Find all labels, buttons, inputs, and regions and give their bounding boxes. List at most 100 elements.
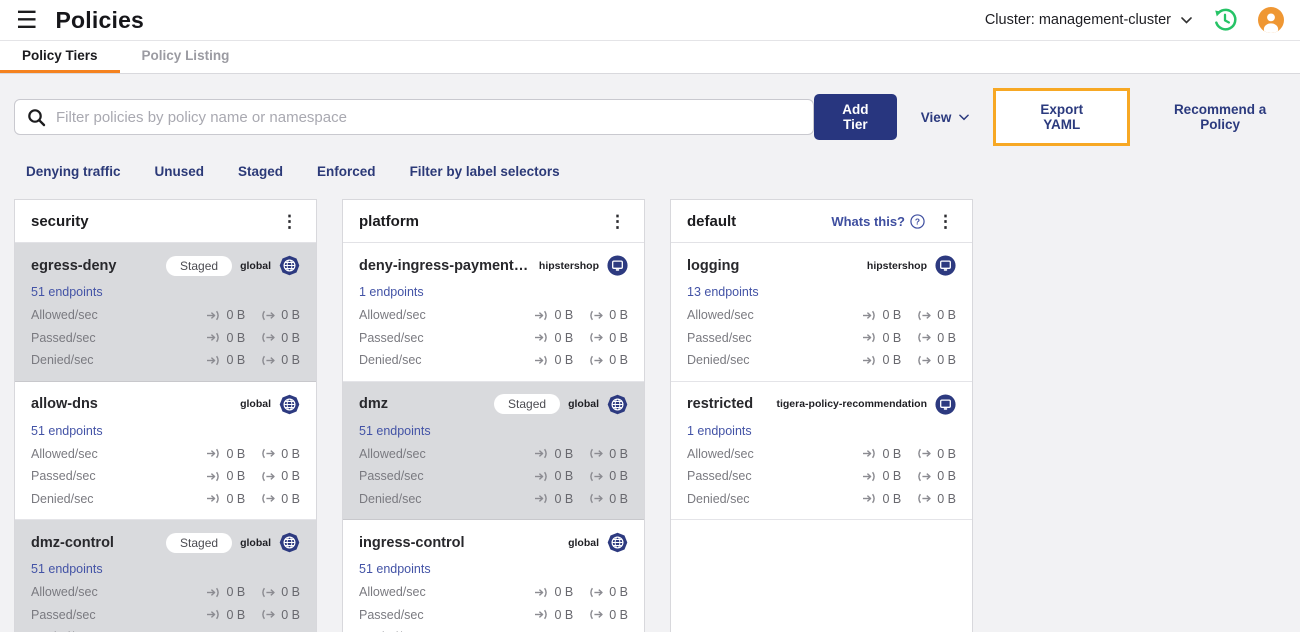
scope-label: global — [240, 536, 271, 549]
endpoints-link[interactable]: 51 endpoints — [31, 562, 103, 576]
tier-name: default — [687, 212, 737, 230]
stat-row-denied: Denied/sec 0 B 0 B — [31, 491, 300, 506]
stat-row-denied: Denied/sec 0 B 0 B — [31, 353, 300, 368]
stat-row-denied: Denied/sec 0 B 0 B — [359, 626, 628, 632]
ingress-bytes: 0 B — [206, 469, 245, 483]
policy-card-restricted[interactable]: restricted tigera-policy-recommendation … — [671, 381, 972, 520]
tier-security: security ⋮ egress-deny Staged global 51 … — [14, 199, 317, 632]
policy-name: dmz-control — [31, 534, 114, 551]
ingress-icon — [206, 355, 220, 366]
policy-card-logging[interactable]: logging hipstershop 13 endpoints Allowed… — [671, 243, 972, 382]
ingress-bytes: 0 B — [534, 469, 573, 483]
page-title: Policies — [55, 6, 145, 33]
search-icon — [28, 108, 46, 126]
ingress-bytes: 0 B — [534, 585, 573, 599]
policy-card-dmz-control[interactable]: dmz-control Staged global 51 endpoints A… — [15, 520, 316, 632]
endpoints-link[interactable]: 51 endpoints — [31, 285, 103, 299]
egress-bytes: 0 B — [589, 585, 628, 599]
ingress-bytes: 0 B — [862, 308, 901, 322]
egress-bytes: 0 B — [261, 469, 300, 483]
egress-bytes: 0 B — [261, 308, 300, 322]
egress-bytes: 0 B — [917, 447, 956, 461]
ingress-bytes: 0 B — [206, 585, 245, 599]
add-tier-button[interactable]: Add Tier — [813, 94, 897, 140]
egress-icon — [590, 332, 603, 343]
endpoints-link[interactable]: 51 endpoints — [359, 424, 431, 438]
policy-card-deny-ingress-paymentservice[interactable]: deny-ingress-paymentservi… hipstershop 1… — [343, 243, 644, 382]
egress-icon — [918, 448, 931, 459]
endpoints-link[interactable]: 51 endpoints — [359, 562, 431, 576]
ingress-icon — [862, 471, 876, 482]
egress-bytes: 0 B — [261, 447, 300, 461]
ingress-icon — [206, 310, 220, 321]
tier-columns: security ⋮ egress-deny Staged global 51 … — [14, 199, 1286, 632]
scope-label: global — [568, 398, 599, 410]
cluster-selector[interactable]: Cluster: management-cluster — [985, 12, 1192, 28]
egress-icon — [590, 471, 603, 482]
policy-card-allow-dns[interactable]: allow-dns global 51 endpoints Allowed/se… — [15, 381, 316, 520]
namespace-scope-icon — [935, 393, 956, 415]
endpoints-link[interactable]: 13 endpoints — [687, 285, 759, 299]
egress-bytes: 0 B — [589, 492, 628, 506]
endpoints-link[interactable]: 1 endpoints — [359, 285, 424, 299]
egress-icon — [262, 471, 275, 482]
policy-card-ingress-control[interactable]: ingress-control global 51 endpoints Allo… — [343, 520, 644, 632]
egress-icon — [590, 355, 603, 366]
endpoints-link[interactable]: 1 endpoints — [687, 424, 752, 438]
egress-icon — [262, 493, 275, 504]
kebab-menu-icon[interactable]: ⋮ — [607, 213, 628, 230]
policy-search[interactable] — [14, 99, 814, 135]
policy-card-dmz[interactable]: dmz Staged global 51 endpoints Allowed/s… — [343, 381, 644, 520]
search-input[interactable] — [56, 108, 801, 126]
ingress-icon — [206, 493, 220, 504]
ingress-bytes: 0 B — [534, 331, 573, 345]
user-avatar[interactable] — [1258, 7, 1284, 33]
egress-bytes: 0 B — [261, 353, 300, 367]
ingress-bytes: 0 B — [534, 492, 573, 506]
filter-enforced[interactable]: Enforced — [317, 164, 376, 179]
scope-label: global — [568, 536, 599, 549]
ingress-bytes: 0 B — [534, 308, 573, 322]
tab-policy-listing[interactable]: Policy Listing — [120, 41, 252, 73]
recommend-policy-button[interactable]: Recommend a Policy — [1154, 102, 1286, 132]
egress-bytes: 0 B — [261, 331, 300, 345]
export-yaml-button[interactable]: Export YAML — [993, 88, 1131, 146]
endpoints-link[interactable]: 51 endpoints — [31, 424, 103, 438]
filter-by-label-selectors[interactable]: Filter by label selectors — [410, 164, 560, 179]
egress-bytes: 0 B — [917, 308, 956, 322]
kebab-menu-icon[interactable]: ⋮ — [935, 213, 956, 230]
ingress-bytes: 0 B — [862, 469, 901, 483]
egress-icon — [262, 448, 275, 459]
egress-icon — [918, 493, 931, 504]
kebab-menu-icon[interactable]: ⋮ — [279, 213, 300, 230]
egress-bytes: 0 B — [589, 447, 628, 461]
tier-header: platform ⋮ — [343, 200, 644, 243]
tier-name: security — [31, 212, 89, 230]
stat-row-allowed: Allowed/sec 0 B 0 B — [31, 446, 300, 461]
stat-row-allowed: Allowed/sec 0 B 0 B — [359, 308, 628, 323]
stat-row-passed: Passed/sec 0 B 0 B — [687, 469, 956, 484]
scope-label: hipstershop — [538, 259, 599, 272]
history-icon[interactable] — [1212, 7, 1238, 33]
menu-icon[interactable]: ☰ — [16, 7, 38, 33]
scope-label: tigera-policy-recommendation — [776, 398, 927, 410]
view-button[interactable]: View — [921, 110, 970, 125]
toolbar: Add Tier View Export YAML Recommend a Po… — [14, 88, 1286, 146]
filter-denying-traffic[interactable]: Denying traffic — [26, 164, 121, 179]
ingress-bytes: 0 B — [534, 353, 573, 367]
scope-label: global — [240, 259, 271, 272]
filter-unused[interactable]: Unused — [155, 164, 205, 179]
ingress-icon — [534, 587, 548, 598]
egress-icon — [918, 471, 931, 482]
global-scope-icon — [607, 393, 628, 415]
stat-row-allowed: Allowed/sec 0 B 0 B — [687, 308, 956, 323]
filter-staged[interactable]: Staged — [238, 164, 283, 179]
whats-this-link[interactable]: Whats this? ? — [831, 214, 925, 229]
tab-policy-tiers[interactable]: Policy Tiers — [0, 41, 120, 73]
ingress-icon — [534, 355, 548, 366]
ingress-bytes: 0 B — [862, 353, 901, 367]
policy-name: dmz — [359, 396, 388, 412]
namespace-scope-icon — [607, 255, 628, 276]
policy-card-egress-deny[interactable]: egress-deny Staged global 51 endpoints A… — [15, 243, 316, 382]
ingress-icon — [206, 332, 220, 343]
